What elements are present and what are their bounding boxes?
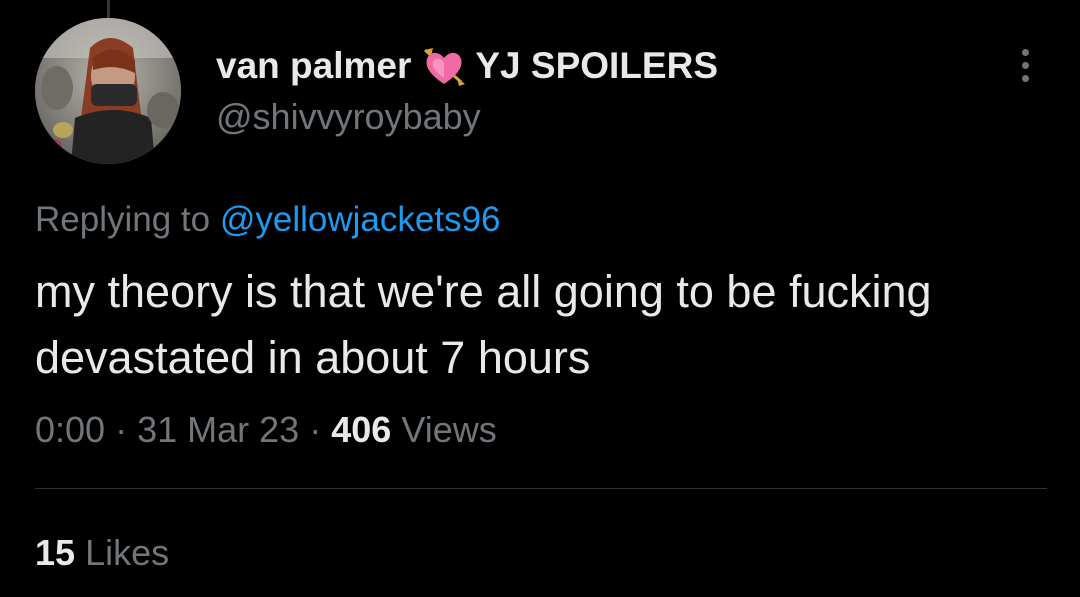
more-dot: [1021, 74, 1029, 82]
replying-to-prefix: Replying to: [35, 200, 211, 239]
avatar-image: [35, 18, 181, 164]
likes-stat[interactable]: 15 Likes: [35, 532, 169, 574]
author-handle[interactable]: @shivvyroybaby: [216, 96, 481, 138]
views-count[interactable]: 406: [331, 409, 391, 450]
tweet-date[interactable]: 31 Mar 23: [137, 409, 299, 450]
replying-to-line: Replying to @yellowjackets96: [35, 200, 501, 240]
tweet-time[interactable]: 0:00: [35, 409, 105, 450]
avatar[interactable]: [35, 18, 181, 164]
meta-separator: ·: [309, 409, 322, 450]
likes-label[interactable]: Likes: [85, 532, 169, 573]
author-name-line[interactable]: van palmer YJ SPOILERS: [216, 44, 718, 88]
more-dot: [1021, 48, 1029, 56]
likes-count[interactable]: 15: [35, 532, 75, 573]
heart-with-arrow-icon: [421, 44, 467, 88]
reply-to-handle-link[interactable]: @yellowjackets96: [220, 200, 501, 239]
views-label[interactable]: Views: [401, 409, 496, 450]
more-options-icon[interactable]: [1010, 42, 1040, 88]
tweet-meta: 0:00 · 31 Mar 23 · 406 Views: [35, 409, 497, 451]
thread-connector-line: [107, 0, 110, 18]
author-name[interactable]: van palmer: [216, 45, 411, 87]
tweet-text: my theory is that we're all going to be …: [35, 266, 932, 383]
divider: [35, 488, 1047, 489]
meta-separator: ·: [115, 409, 128, 450]
author-name-suffix[interactable]: YJ SPOILERS: [475, 45, 718, 87]
more-dot: [1021, 61, 1029, 69]
